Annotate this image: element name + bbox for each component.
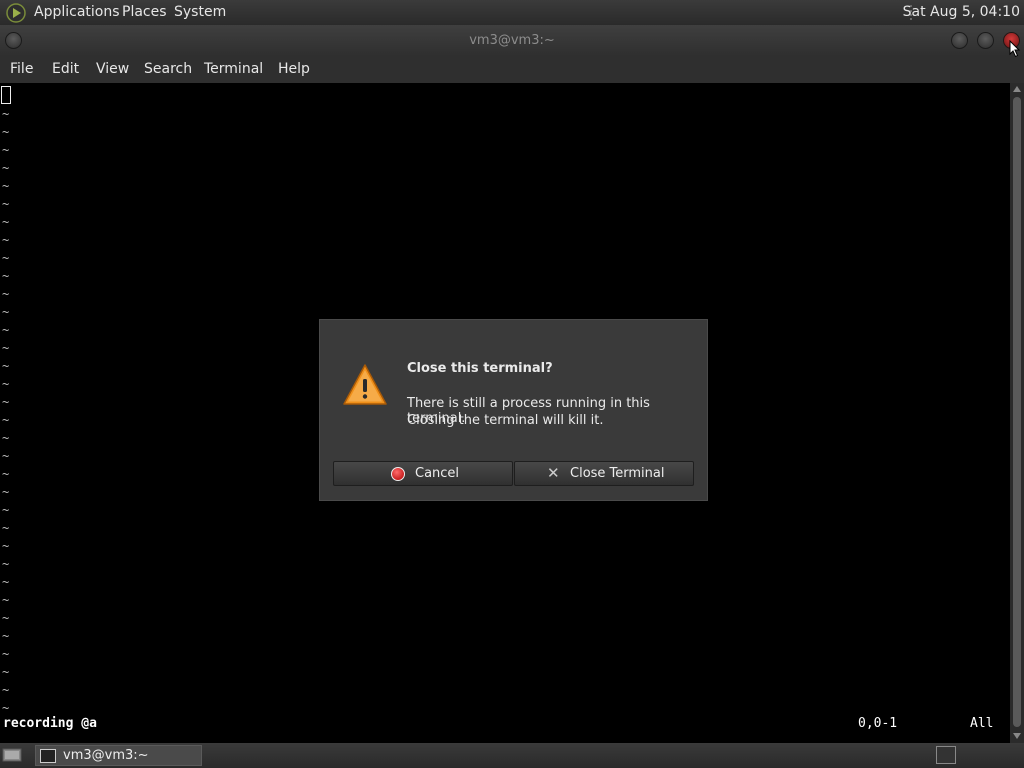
vim-empty-line-tilde: ~: [2, 575, 10, 589]
vim-empty-line-tilde: ~: [2, 305, 10, 319]
close-icon: ✕: [547, 464, 560, 482]
vim-empty-line-tilde: ~: [2, 161, 10, 175]
vim-empty-line-tilde: ~: [2, 683, 10, 697]
vim-empty-line-tilde: ~: [2, 467, 10, 481]
vim-empty-line-tilde: ~: [2, 539, 10, 553]
mouse-pointer-icon: [1009, 40, 1021, 58]
clock[interactable]: Sat Aug 5, 04:10: [903, 4, 1020, 20]
vim-empty-line-tilde: ~: [2, 179, 10, 193]
vim-empty-line-tilde: ~: [2, 629, 10, 643]
workspace-switcher[interactable]: [936, 746, 956, 764]
vim-empty-line-tilde: ~: [2, 359, 10, 373]
vim-empty-line-tilde: ~: [2, 557, 10, 571]
vim-empty-line-tilde: ~: [2, 431, 10, 445]
scroll-down-arrow-icon[interactable]: [1013, 733, 1021, 739]
vim-empty-line-tilde: ~: [2, 251, 10, 265]
vim-empty-line-tilde: ~: [2, 449, 10, 463]
vim-empty-line-tilde: ~: [2, 611, 10, 625]
vim-empty-line-tilde: ~: [2, 287, 10, 301]
vim-cursor-position: 0,0-1: [858, 716, 898, 731]
close-terminal-dialog: Close this terminal? There is still a pr…: [319, 319, 708, 501]
vim-empty-line-tilde: ~: [2, 701, 10, 715]
vim-empty-line-tilde: ~: [2, 341, 10, 355]
window-titlebar[interactable]: vm3@vm3:~: [0, 25, 1024, 56]
scrollbar-thumb[interactable]: [1013, 97, 1021, 727]
vim-empty-line-tilde: ~: [2, 593, 10, 607]
vim-empty-line-tilde: ~: [2, 413, 10, 427]
terminal-scrollbar[interactable]: [1010, 83, 1024, 743]
vim-empty-line-tilde: ~: [2, 485, 10, 499]
close-terminal-button-label: Close Terminal: [570, 466, 665, 481]
minimize-button[interactable]: [951, 32, 968, 49]
cancel-button-label: Cancel: [415, 466, 460, 481]
menu-terminal[interactable]: Terminal: [204, 61, 263, 77]
vim-empty-line-tilde: ~: [2, 395, 10, 409]
window-title: vm3@vm3:~: [469, 33, 555, 48]
terminal-icon: [40, 749, 56, 763]
taskbar-item-label: vm3@vm3:~: [63, 748, 149, 763]
vim-recording-status: recording @a: [3, 716, 97, 731]
cancel-button[interactable]: Cancel: [333, 461, 513, 486]
stop-icon: [391, 467, 405, 481]
maximize-button[interactable]: [977, 32, 994, 49]
vim-empty-line-tilde: ~: [2, 323, 10, 337]
vim-empty-line-tilde: ~: [2, 503, 10, 517]
system-menu[interactable]: System: [174, 4, 226, 20]
menu-view[interactable]: View: [96, 61, 129, 77]
menu-search[interactable]: Search: [144, 61, 192, 77]
menu-help[interactable]: Help: [278, 61, 310, 77]
vim-empty-line-tilde: ~: [2, 197, 10, 211]
vim-empty-line-tilde: ~: [2, 665, 10, 679]
taskbar-item-terminal[interactable]: vm3@vm3:~: [35, 745, 202, 766]
vim-empty-line-tilde: ~: [2, 521, 10, 535]
distro-logo-icon[interactable]: [6, 3, 26, 23]
vim-empty-line-tilde: ~: [2, 233, 10, 247]
applications-menu[interactable]: Applications: [34, 4, 120, 20]
vim-scroll-status: All: [970, 716, 994, 731]
vim-empty-line-tilde: ~: [2, 269, 10, 283]
vim-empty-line-tilde: ~: [2, 377, 10, 391]
vim-empty-line-tilde: ~: [2, 215, 10, 229]
dialog-heading: Close this terminal?: [407, 361, 553, 376]
dialog-message-line2: Closing the terminal will kill it.: [407, 413, 604, 428]
top-panel: Applications Places System Sat Aug 5, 04…: [0, 0, 1024, 25]
close-terminal-button[interactable]: ✕ Close Terminal: [514, 461, 694, 486]
warning-icon: [343, 364, 387, 405]
menubar: File Edit View Search Terminal Help: [0, 56, 1024, 83]
menu-edit[interactable]: Edit: [52, 61, 79, 77]
vim-empty-line-tilde: ~: [2, 107, 10, 121]
places-menu[interactable]: Places: [122, 4, 167, 20]
menu-file[interactable]: File: [10, 61, 33, 77]
vim-empty-line-tilde: ~: [2, 125, 10, 139]
show-desktop-icon[interactable]: [2, 746, 22, 764]
vim-empty-line-tilde: ~: [2, 647, 10, 661]
vim-empty-line-tilde: ~: [2, 143, 10, 157]
text-cursor: [1, 86, 11, 104]
bottom-taskbar: vm3@vm3:~: [0, 743, 1024, 768]
scroll-up-arrow-icon[interactable]: [1013, 86, 1021, 92]
